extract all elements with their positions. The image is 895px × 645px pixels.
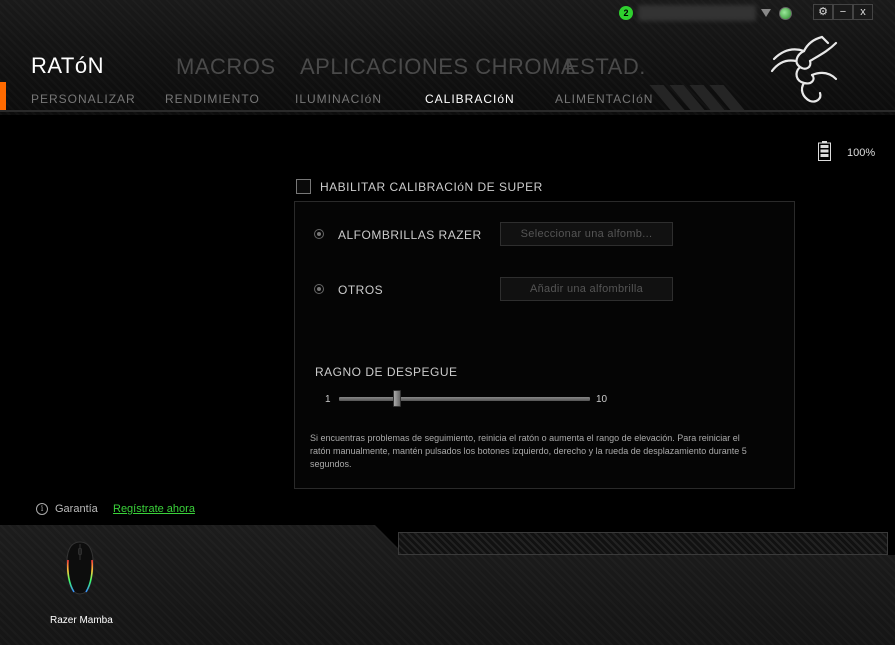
header-stripes [649, 85, 750, 110]
subtab-power[interactable]: ALIMENTACIóN [555, 92, 653, 106]
battery-percent: 100% [847, 147, 876, 159]
register-link[interactable]: Regístrate ahora [113, 503, 195, 515]
razer-pads-label: ALFOMBRILLAS RAZER [338, 228, 482, 242]
liftoff-range-label: RAGNO DE DESPEGUE [315, 365, 458, 379]
device-name[interactable]: Razer Mamba [50, 615, 113, 626]
settings-button[interactable]: ⚙ [813, 4, 833, 20]
others-radio[interactable] [314, 284, 324, 294]
warranty-label: Garantía [55, 503, 98, 515]
calibration-help-text: Si encuentras problemas de seguimiento, … [310, 433, 747, 469]
battery-icon [818, 141, 831, 161]
liftoff-slider-thumb[interactable] [393, 390, 401, 407]
add-mousepad-button[interactable]: Añadir una alfombrilla [500, 277, 673, 301]
device-strip-tab-pattern [398, 532, 888, 555]
minimize-button[interactable]: − [833, 4, 853, 20]
subtab-calibration[interactable]: CALIBRACIóN [425, 92, 515, 106]
accent-bar [0, 82, 6, 110]
info-icon: i [36, 503, 48, 515]
liftoff-max-label: 10 [596, 394, 608, 405]
enable-surface-calibration-checkbox[interactable] [296, 179, 311, 194]
liftoff-slider-track[interactable] [339, 397, 590, 401]
subtab-performance[interactable]: RENDIMIENTO [165, 92, 260, 106]
razer-pads-radio[interactable] [314, 229, 324, 239]
select-razer-pad-button[interactable]: Seleccionar una alfomb... [500, 222, 673, 246]
razer-logo-icon [770, 35, 838, 103]
account-dropdown-icon[interactable] [761, 9, 771, 17]
notification-badge[interactable]: 2 [619, 6, 633, 20]
user-account[interactable] [638, 5, 756, 21]
page-title: RATóN [31, 53, 104, 78]
subtab-customize[interactable]: PERSONALIZAR [31, 92, 136, 106]
tab-stats[interactable]: ESTAD. [565, 54, 646, 80]
subnav-divider [0, 110, 895, 112]
tab-chroma-apps[interactable]: APLICACIONES CHROMA [300, 54, 576, 80]
tab-macros[interactable]: MACROS [176, 54, 276, 80]
liftoff-min-label: 1 [325, 394, 331, 405]
others-label: OTROS [338, 283, 384, 297]
online-status-icon[interactable] [779, 7, 792, 20]
enable-calibration-label: HABILITAR CALIBRACIóN DE SUPER [320, 180, 543, 194]
razer-mamba-mouse-icon[interactable] [62, 540, 98, 596]
subtab-lighting[interactable]: ILUMINACIóN [295, 92, 382, 106]
close-button[interactable]: x [853, 4, 873, 20]
